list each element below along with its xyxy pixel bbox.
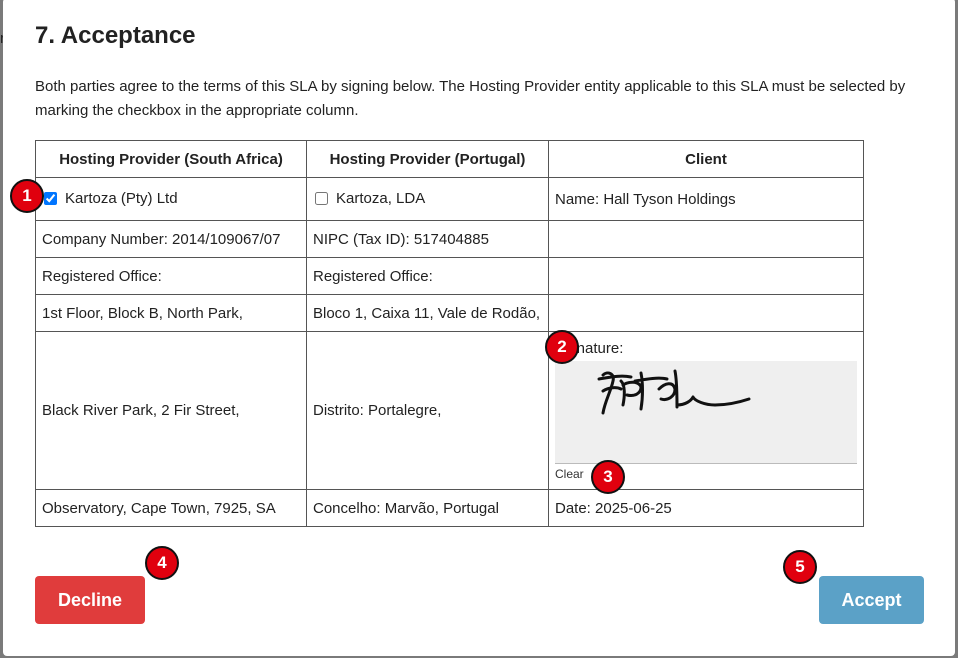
decline-button[interactable]: Decline [35, 576, 145, 624]
sa-company-number: Company Number: 2014/109067/07 [35, 220, 307, 258]
table-row: Black River Park, 2 Fir Street, Distrito… [35, 331, 864, 490]
annotation-marker: 1 [10, 179, 44, 213]
pt-tax-id: NIPC (Tax ID): 517404885 [306, 220, 549, 258]
pt-address-line-1: Bloco 1, Caixa 11, Vale de Rodão, [306, 294, 549, 332]
header-portugal: Hosting Provider (Portugal) [306, 140, 549, 178]
sa-address-line-2: Black River Park, 2 Fir Street, [35, 331, 307, 490]
pt-provider-name: Kartoza, LDA [336, 189, 426, 207]
acceptance-table: Hosting Provider (South Africa) Hosting … [35, 140, 864, 527]
table-row: Registered Office: Registered Office: [35, 257, 864, 295]
table-row: Company Number: 2014/109067/07 NIPC (Tax… [35, 220, 864, 258]
signature-drawing [597, 369, 751, 415]
section-intro: Both parties agree to the terms of this … [35, 78, 906, 119]
client-empty-cell [548, 294, 864, 332]
accept-button[interactable]: Accept [819, 576, 924, 624]
table-row: 1st Floor, Block B, North Park, Bloco 1,… [35, 294, 864, 332]
signature-label: Signature: [555, 340, 624, 357]
table-header-row: Hosting Provider (South Africa) Hosting … [35, 140, 864, 178]
sa-address-line-1: 1st Floor, Block B, North Park, [35, 294, 307, 332]
annotation-marker: 4 [145, 546, 179, 580]
table-row: Observatory, Cape Town, 7925, SA Concelh… [35, 489, 864, 527]
header-client: Client [548, 140, 864, 178]
sa-select-label[interactable]: Kartoza (Pty) Ltd [42, 190, 178, 207]
clear-signature-link[interactable]: Clear [555, 467, 584, 481]
client-date: Date: 2025-06-25 [548, 489, 864, 527]
pt-address-line-3: Concelho: Marvão, Portugal [306, 489, 549, 527]
signature-pad[interactable] [555, 361, 857, 464]
cell-sa-select: Kartoza (Pty) Ltd [35, 177, 307, 221]
client-name: Name: Hall Tyson Holdings [548, 177, 864, 221]
pt-address-line-2: Distrito: Portalegre, [306, 331, 549, 490]
annotation-marker: 3 [591, 460, 625, 494]
client-empty-cell [548, 257, 864, 295]
sa-registered-office: Registered Office: [35, 257, 307, 295]
cell-pt-select: Kartoza, LDA [306, 177, 549, 221]
sa-address-line-3: Observatory, Cape Town, 7925, SA [35, 489, 307, 527]
annotation-marker: 2 [545, 330, 579, 364]
sa-provider-name: Kartoza (Pty) Ltd [65, 189, 178, 207]
pt-registered-office: Registered Office: [306, 257, 549, 295]
client-empty-cell [548, 220, 864, 258]
sa-provider-checkbox[interactable] [44, 191, 57, 205]
pt-select-label[interactable]: Kartoza, LDA [313, 190, 425, 207]
section-title: 7. Acceptance [35, 22, 196, 49]
annotation-marker: 5 [783, 550, 817, 584]
table-row: Kartoza (Pty) Ltd Kartoza, LDA Name: Hal… [35, 177, 864, 221]
header-south-africa: Hosting Provider (South Africa) [35, 140, 307, 178]
pt-provider-checkbox[interactable] [315, 191, 328, 205]
